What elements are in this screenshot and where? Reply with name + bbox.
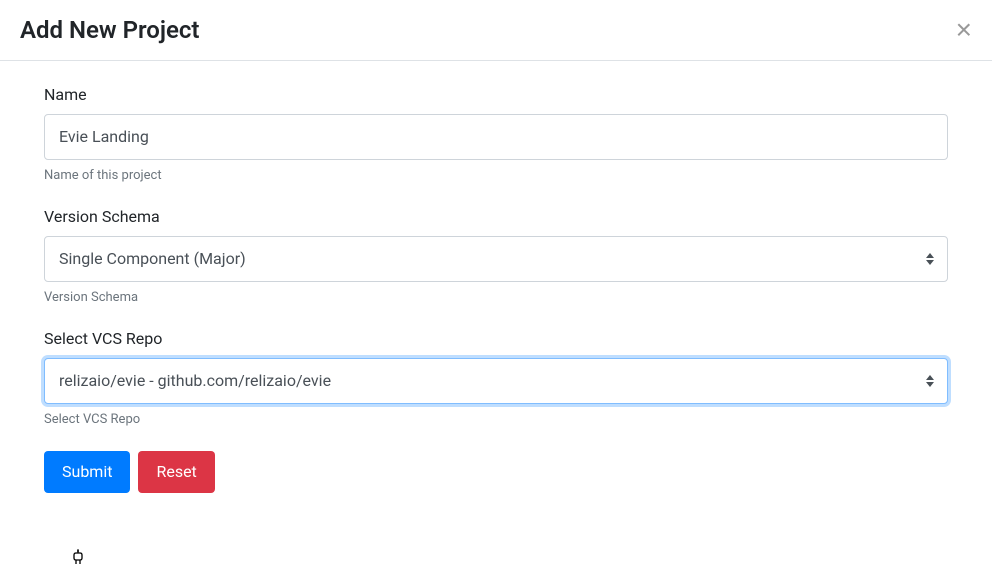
name-label: Name xyxy=(44,85,948,104)
cursor-icon xyxy=(73,549,89,573)
modal-body: Name Name of this project Version Schema… xyxy=(0,61,992,517)
form-group-version-schema: Version Schema Single Component (Major) … xyxy=(44,207,948,305)
form-group-name: Name Name of this project xyxy=(44,85,948,183)
vcs-repo-help: Select VCS Repo xyxy=(44,412,948,427)
vcs-repo-select[interactable]: relizaio/evie - github.com/relizaio/evie xyxy=(44,358,948,404)
close-button[interactable]: × xyxy=(956,16,972,44)
version-schema-label: Version Schema xyxy=(44,207,948,226)
reset-button[interactable]: Reset xyxy=(138,451,214,493)
button-row: Submit Reset xyxy=(44,451,948,493)
name-help: Name of this project xyxy=(44,168,948,183)
version-schema-select[interactable]: Single Component (Major) xyxy=(44,236,948,282)
version-schema-help: Version Schema xyxy=(44,290,948,305)
form-group-vcs-repo: Select VCS Repo relizaio/evie - github.c… xyxy=(44,329,948,427)
name-input[interactable] xyxy=(44,114,948,160)
close-icon: × xyxy=(956,14,972,45)
submit-button[interactable]: Submit xyxy=(44,451,130,493)
vcs-repo-label: Select VCS Repo xyxy=(44,329,948,348)
modal-title: Add New Project xyxy=(20,16,200,44)
modal-header: Add New Project × xyxy=(0,0,992,61)
